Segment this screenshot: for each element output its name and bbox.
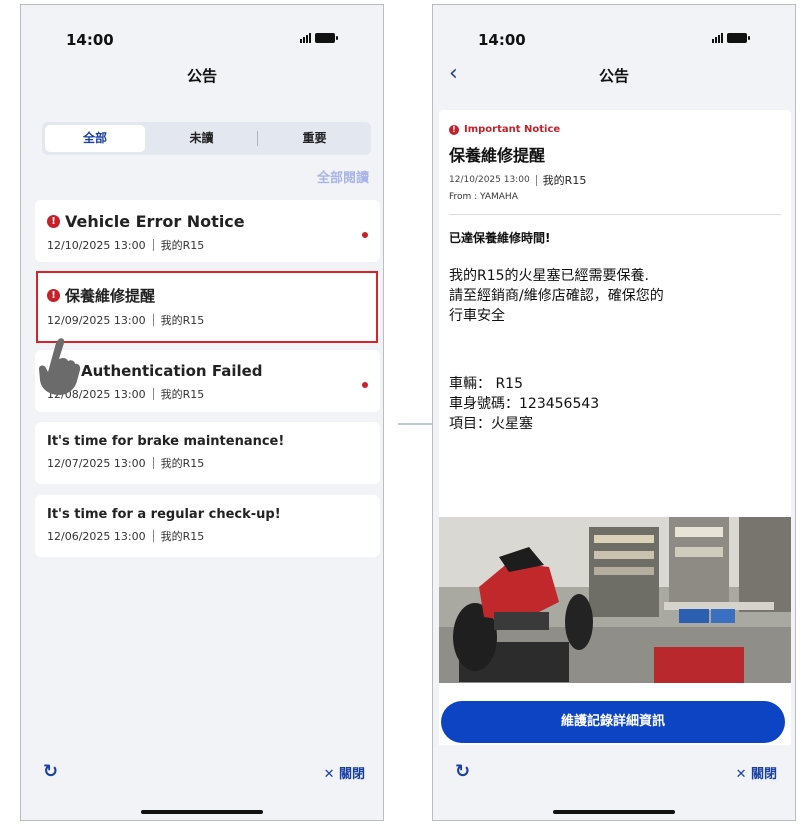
notice-vehicle: 我的R15 [160, 239, 205, 252]
alert-icon: ! [47, 215, 60, 228]
page-title: 公告 [598, 67, 629, 85]
divider [449, 214, 781, 215]
close-button[interactable]: ✕ 關閉 [736, 763, 777, 782]
bottom-bar: ↻ ✕ 關閉 [433, 745, 795, 820]
notice-item[interactable]: ! Vehicle Error Notice 12/10/2025 13:00 … [35, 200, 380, 262]
filter-tabs: 全部 未讀 重要 [42, 122, 371, 155]
notice-date: 12/07/2025 13:00 [47, 456, 146, 470]
notice-detail-card: ! Important Notice 保養維修提醒 12/10/2025 13:… [439, 110, 791, 750]
signal-icon [712, 33, 723, 43]
spec-line: 車身號碼：123456543 [449, 396, 600, 412]
selection-highlight [36, 271, 378, 343]
body-line: 請至經銷商/維修店確認，確保您的 [449, 288, 664, 304]
maintenance-details-button[interactable]: 維護記錄詳細資訊 [441, 701, 785, 743]
notice-vehicle: 我的R15 [160, 388, 205, 401]
meta-divider [152, 530, 154, 542]
notice-detail-screen: 14:00 ‹ 公告 ! Important Notice 保養維修提醒 12/… [432, 4, 796, 821]
spec-line: 車輛： R15 [449, 376, 523, 392]
notice-title: Vehicle Error Notice [65, 212, 245, 231]
notice-title: It's time for brake maintenance! [47, 434, 285, 449]
workshop-photo [439, 517, 791, 683]
signal-icon [300, 33, 311, 43]
meta-divider [535, 174, 537, 186]
tab-unread[interactable]: 未讀 [145, 125, 258, 152]
important-label-text: Important Notice [464, 124, 561, 135]
notice-item[interactable]: It's time for brake maintenance! 12/07/2… [35, 422, 380, 484]
unread-dot-icon [362, 382, 368, 388]
tab-important[interactable]: 重要 [258, 125, 371, 152]
vehicle-specs: 車輛： R15 車身號碼：123456543 項目：火星塞 [449, 374, 781, 434]
important-notice-label: ! Important Notice [449, 124, 781, 135]
notice-item[interactable]: It's time for a regular check-up! 12/06/… [35, 495, 380, 557]
spec-line: 項目：火星塞 [449, 416, 533, 432]
notice-sender: From : YAMAHA [449, 192, 518, 202]
status-icons [300, 33, 338, 43]
refresh-icon[interactable]: ↻ [455, 761, 470, 782]
meta-divider [152, 239, 154, 251]
bottom-bar: ↻ ✕ 關閉 [21, 745, 383, 820]
page-title: 公告 [186, 67, 217, 85]
notice-list-screen: 14:00 公告 全部 未讀 重要 全部閱讀 ! Vehicle Error N… [20, 4, 384, 821]
mark-all-read-button[interactable]: 全部閱讀 [317, 167, 369, 186]
meta-divider [152, 388, 154, 400]
notice-date: 12/10/2025 13:00 [449, 175, 530, 185]
notice-vehicle: 我的R15 [542, 174, 587, 187]
battery-icon [727, 33, 750, 43]
status-time: 14:00 [478, 31, 526, 49]
body-line: 行車安全 [449, 308, 505, 324]
close-button[interactable]: ✕ 關閉 [324, 763, 365, 782]
home-indicator [141, 810, 263, 814]
notice-vehicle: 我的R15 [160, 457, 205, 470]
alert-icon: ! [449, 124, 459, 135]
status-time: 14:00 [66, 31, 114, 49]
notice-vehicle: 我的R15 [160, 530, 205, 543]
notice-date: 12/06/2025 13:00 [47, 529, 146, 543]
body-line: 我的R15的火星塞已經需要保養. [449, 268, 649, 284]
notice-title: Authentication Failed [81, 362, 263, 380]
notice-title: It's time for a regular check-up! [47, 507, 281, 522]
status-icons [712, 33, 750, 43]
notice-title: 保養維修提醒 [449, 146, 546, 165]
tap-hand-icon [39, 338, 81, 395]
home-indicator [553, 810, 675, 814]
notice-body: 我的R15的火星塞已經需要保養. 請至經銷商/維修店確認，確保您的 行車安全 [449, 266, 781, 326]
tab-all[interactable]: 全部 [45, 125, 145, 152]
meta-divider [152, 457, 154, 469]
notice-date: 12/10/2025 13:00 [47, 238, 146, 252]
refresh-icon[interactable]: ↻ [43, 761, 58, 782]
unread-dot-icon [362, 232, 368, 238]
battery-icon [315, 33, 338, 43]
notice-heading: 已達保養維修時間! [449, 231, 551, 245]
